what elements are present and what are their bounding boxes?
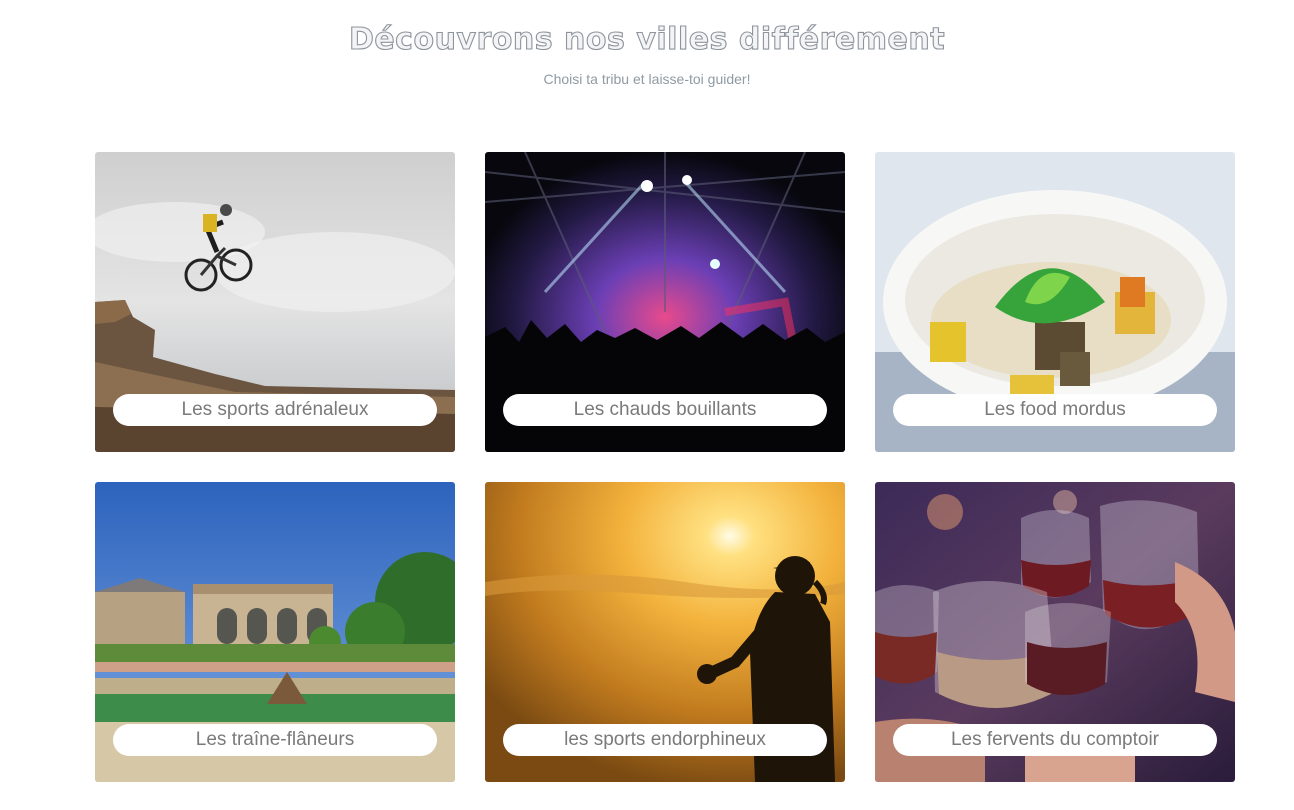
tribe-grid: Les sports adrénaleux Les chauds bouilla… [95, 152, 1235, 782]
tribe-card-sports-endorphineux[interactable]: les sports endorphineux [485, 482, 845, 782]
page-header: Découvrons nos villes différement Choisi… [0, 0, 1294, 87]
tribe-card-sports-adrenaleux[interactable]: Les sports adrénaleux [95, 152, 455, 452]
tribe-card-chauds-bouillants[interactable]: Les chauds bouillants [485, 152, 845, 452]
tribe-label: Les chauds bouillants [503, 394, 827, 426]
tribe-card-food-mordus[interactable]: Les food mordus [875, 152, 1235, 452]
tribe-label: Les traîne-flâneurs [113, 724, 437, 756]
tribe-card-traine-flaneurs[interactable]: Les traîne-flâneurs [95, 482, 455, 782]
tribe-label: Les sports adrénaleux [113, 394, 437, 426]
tribe-card-fervents-du-comptoir[interactable]: Les fervents du comptoir [875, 482, 1235, 782]
tribe-label: Les fervents du comptoir [893, 724, 1217, 756]
page-title: Découvrons nos villes différement [348, 21, 946, 57]
page-subtitle: Choisi ta tribu et laisse-toi guider! [543, 71, 751, 87]
tribe-label: les sports endorphineux [503, 724, 827, 756]
tribe-label: Les food mordus [893, 394, 1217, 426]
